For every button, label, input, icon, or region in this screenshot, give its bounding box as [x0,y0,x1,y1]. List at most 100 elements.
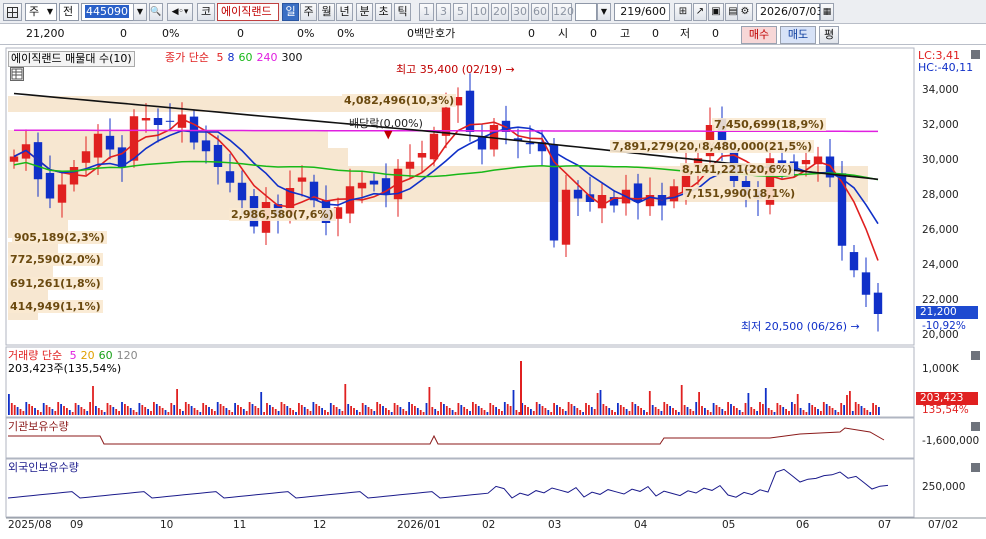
gear-icon[interactable]: ⚙ [737,3,753,21]
date-field[interactable]: 2026/07/03 [756,3,823,21]
interval-button-3[interactable]: 10 [471,3,489,21]
volume-bar-178 [524,405,526,415]
amount-value: 0백만 [407,27,435,40]
sell-button[interactable]: 매도 [780,26,816,44]
candle-body-24 [297,177,307,182]
current-volume-pct: 135,54% [922,404,969,416]
volume-bar-146 [431,407,434,415]
volume-bar-29 [92,386,94,415]
volume-bar-282 [825,404,828,415]
search-button[interactable]: 🔍 [149,3,163,21]
volume-bar-273 [799,408,802,415]
draw-icon[interactable]: ↗ [693,3,707,21]
volume-bar-75 [225,408,228,415]
volume-bar-49 [150,411,152,415]
volume-profile-label-1: 2,986,580(7,6%) [229,208,336,221]
volume-bar-0 [8,394,10,415]
x-axis-label-3: 11 [233,519,247,531]
save-icon[interactable]: ▣ [708,3,724,21]
interval-button-4[interactable]: 20 [491,3,509,21]
foreign-close-icon[interactable] [971,463,980,472]
volume-bar-21 [68,410,71,415]
volume-bar-234 [686,407,689,415]
volume-bar-211 [619,405,622,415]
volume-bar-161 [474,404,477,415]
volume-bar-16 [54,411,57,415]
blank-select[interactable] [575,3,597,21]
volume-bar-43 [132,410,135,415]
period-tab-3[interactable]: 년 [336,3,353,21]
interval-button-2[interactable]: 5 [453,3,468,21]
volume-bar-126 [373,411,376,415]
volume-bar-281 [822,402,825,415]
candle-body-46 [561,189,571,245]
volume-bar-240 [704,408,706,415]
volume-bar-202 [593,409,596,415]
panel-close-icon[interactable] [971,50,980,59]
buy-button[interactable]: 매수 [741,26,777,44]
volume-close-icon[interactable] [971,351,980,360]
volume-bar-288 [843,405,845,415]
volume-bar-115 [341,411,344,415]
volume-bar-248 [727,402,729,415]
x-axis-label-1: 09 [70,519,84,531]
inst-close-icon[interactable] [971,422,980,431]
code-dropdown-button[interactable]: ▼ [133,3,147,21]
volume-bar-156 [460,405,463,415]
period-mode-select[interactable]: 전 [59,3,79,21]
turnover-rate: 0% [337,27,355,40]
volume-bar-246 [721,409,724,415]
period-tab-5[interactable]: 초 [375,3,392,21]
volume-bar-200 [588,405,590,415]
volume-bar-102 [303,407,306,415]
market-select[interactable]: 주 ▼ [25,3,57,21]
interval-button-6[interactable]: 60 [531,3,549,21]
volume-bar-42 [129,408,132,415]
grid-icon[interactable] [3,3,22,21]
price-chart[interactable] [0,46,986,539]
volume-bar-275 [805,412,808,415]
interval-button-7[interactable]: 120 [552,3,574,21]
volume-bar-50 [153,402,155,415]
data-count-field[interactable]: 219/600 [614,3,670,21]
interval-button-1[interactable]: 3 [436,3,451,21]
volume-bar-119 [353,408,355,415]
volume-panel-title: 거래량 단순 5 20 60 120 [8,349,138,362]
blank-dropdown-button[interactable]: ▼ [597,3,611,21]
candle-body-69 [837,173,847,246]
market-prefix-button[interactable]: 코 [197,3,215,21]
volume-bar-36 [112,407,115,415]
period-tab-0[interactable]: 일 [282,3,299,21]
interval-button-5[interactable]: 30 [511,3,529,21]
volume-bar-257 [753,409,756,415]
average-button[interactable]: 평 [819,26,839,44]
volume-bar-28 [89,402,91,415]
table-icon[interactable] [10,67,24,81]
interval-button-0[interactable]: 1 [419,3,434,21]
period-tab-4[interactable]: 분 [356,3,373,21]
volume-bar-225 [660,411,663,415]
volume-bar-19 [63,406,65,415]
volume-bar-217 [637,406,640,415]
period-tab-2[interactable]: 월 [318,3,335,21]
volume-bar-61 [184,402,187,415]
volume-bar-141 [416,408,419,415]
volume-bar-12 [42,403,45,415]
volume-bar-182 [535,402,538,415]
volume-spike-bar [520,361,522,415]
indicator-icon[interactable]: ⊞ [674,3,692,21]
price-ma-title: 종가 단순 5 8 60 240 300 [165,51,303,64]
volume-bar-117 [347,404,350,415]
speaker-icon[interactable]: ◀◦▾ [167,3,193,21]
volume-bar-174 [512,390,515,415]
volume-bar-229 [672,408,674,415]
period-tab-6[interactable]: 틱 [394,3,411,21]
calendar-icon[interactable]: ▦ [820,3,834,21]
volume-bar-172 [506,404,509,415]
volume-bar-134 [396,405,399,415]
period-tab-1[interactable]: 주 [300,3,317,21]
volume-bar-197 [579,410,582,415]
volume-bar-289 [846,395,848,415]
candle-body-15 [189,116,199,143]
candle-body-49 [597,195,607,209]
